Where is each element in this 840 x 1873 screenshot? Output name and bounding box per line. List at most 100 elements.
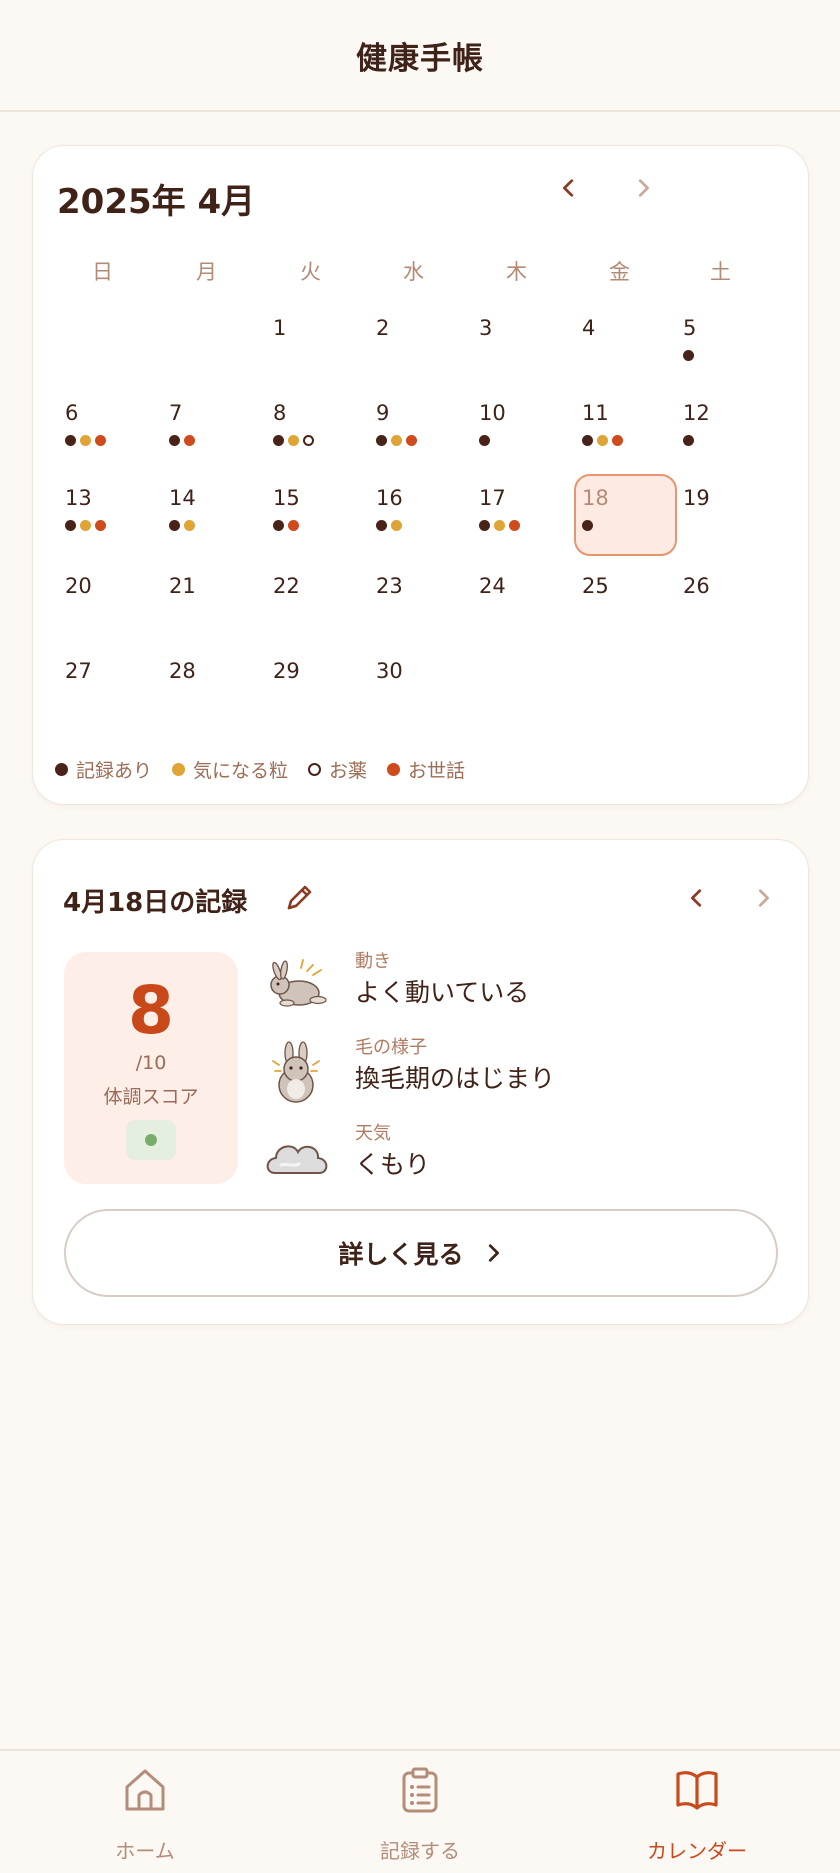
record-dot-icon xyxy=(169,520,180,531)
score-label: 体調スコア xyxy=(103,1086,199,1108)
record-dot-icon xyxy=(55,763,68,776)
care-dot-icon xyxy=(95,520,106,531)
legend-label: 気になる粒 xyxy=(193,760,289,782)
concern-dot-icon xyxy=(391,520,402,531)
day-number: 14 xyxy=(169,486,196,510)
day-number: 3 xyxy=(479,316,493,340)
care-dot-icon xyxy=(95,435,106,446)
calendar-day[interactable]: 1 xyxy=(265,304,368,384)
record-dot-icon xyxy=(376,520,387,531)
nav-calendar[interactable]: カレンダー xyxy=(597,1751,797,1873)
day-number: 16 xyxy=(376,486,403,510)
day-number: 8 xyxy=(273,401,287,425)
calendar-day[interactable]: 16 xyxy=(368,474,471,554)
day-number: 1 xyxy=(273,316,287,340)
chevron-right-icon xyxy=(638,179,649,197)
weather-value: くもり xyxy=(355,1150,431,1179)
day-number: 19 xyxy=(683,486,710,510)
calendar-day[interactable]: 30 xyxy=(368,647,471,727)
record-dot-icon xyxy=(479,520,490,531)
calendar-day[interactable]: 26 xyxy=(675,562,778,642)
record-dot-icon xyxy=(582,435,593,446)
day-number: 5 xyxy=(683,316,697,340)
legend-record: 記録あり xyxy=(55,756,152,783)
medicine-ring-icon xyxy=(308,763,322,776)
day-number: 26 xyxy=(683,574,710,598)
day-number: 30 xyxy=(376,659,403,683)
nav-record[interactable]: 記録する xyxy=(320,1751,520,1873)
day-markers xyxy=(65,435,106,446)
prev-month-button[interactable] xyxy=(549,168,589,208)
status-dot-icon xyxy=(145,1134,157,1146)
book-icon xyxy=(676,1771,718,1810)
calendar-day[interactable]: 23 xyxy=(368,562,471,642)
care-dot-icon xyxy=(509,520,520,531)
calendar-day[interactable]: 29 xyxy=(265,647,368,727)
next-month-button[interactable] xyxy=(623,168,663,208)
care-dot-icon xyxy=(406,435,417,446)
calendar-day[interactable]: 13 xyxy=(57,474,160,554)
day-number: 6 xyxy=(65,401,79,425)
day-number: 20 xyxy=(65,574,92,598)
calendar-day[interactable]: 4 xyxy=(574,304,677,384)
calendar-day[interactable]: 8 xyxy=(265,389,368,469)
calendar-day[interactable]: 5 xyxy=(675,304,778,384)
health-score-panel: 8 /10 体調スコア xyxy=(64,952,238,1184)
calendar-day[interactable]: 3 xyxy=(471,304,574,384)
day-number: 27 xyxy=(65,659,92,683)
calendar-day[interactable]: 21 xyxy=(161,562,264,642)
weekday-label: 火 xyxy=(300,260,321,284)
record-dot-icon xyxy=(582,520,593,531)
record-dot-icon xyxy=(65,520,76,531)
prev-day-button[interactable] xyxy=(677,878,717,918)
day-number: 17 xyxy=(479,486,506,510)
calendar-day[interactable]: 19 xyxy=(675,474,778,554)
calendar-day[interactable]: 11 xyxy=(574,389,677,469)
concern-dot-icon xyxy=(494,520,505,531)
calendar-day[interactable]: 7 xyxy=(161,389,264,469)
calendar-day[interactable]: 17 xyxy=(471,474,574,554)
day-number: 7 xyxy=(169,401,183,425)
legend-label: お世話 xyxy=(408,760,466,782)
weekday-label: 土 xyxy=(710,260,731,284)
calendar-day[interactable]: 25 xyxy=(574,562,677,642)
calendar-day[interactable]: 10 xyxy=(471,389,574,469)
record-dot-icon xyxy=(479,435,490,446)
legend-label: 記録あり xyxy=(76,760,153,782)
view-details-button[interactable]: 詳しく見る xyxy=(64,1209,778,1297)
record-dot-icon xyxy=(683,350,694,361)
calendar-day[interactable]: 27 xyxy=(57,647,160,727)
pencil-icon[interactable] xyxy=(281,880,317,916)
day-markers xyxy=(582,435,623,446)
care-dot-icon xyxy=(612,435,623,446)
view-details-label: 詳しく見る xyxy=(338,1240,464,1269)
calendar-day[interactable]: 28 xyxy=(161,647,264,727)
day-number: 12 xyxy=(683,401,710,425)
day-markers xyxy=(273,520,299,531)
calendar-day-selected[interactable]: 18 xyxy=(574,474,677,556)
calendar-day[interactable]: 14 xyxy=(161,474,264,554)
concern-dot-icon xyxy=(172,763,186,776)
calendar-day[interactable]: 6 xyxy=(57,389,160,469)
calendar-day[interactable]: 22 xyxy=(265,562,368,642)
day-number: 21 xyxy=(169,574,196,598)
calendar-day[interactable]: 15 xyxy=(265,474,368,554)
month-title: 2025年 4月 xyxy=(57,182,256,222)
record-dot-icon xyxy=(376,435,387,446)
concern-dot-icon xyxy=(288,435,299,446)
calendar-day[interactable]: 20 xyxy=(57,562,160,642)
coat-label: 毛の様子 xyxy=(355,1037,427,1058)
next-day-button[interactable] xyxy=(743,878,783,918)
calendar-day[interactable]: 12 xyxy=(675,389,778,469)
day-markers xyxy=(683,435,694,446)
calendar-day[interactable]: 9 xyxy=(368,389,471,469)
score-max: /10 xyxy=(135,1052,167,1074)
calendar-day[interactable]: 2 xyxy=(368,304,471,384)
day-number: 25 xyxy=(582,574,609,598)
day-number: 28 xyxy=(169,659,196,683)
record-title: 4月18日の記録 xyxy=(63,888,248,918)
nav-home[interactable]: ホーム xyxy=(45,1751,245,1873)
calendar-day[interactable]: 24 xyxy=(471,562,574,642)
activity-row: 動き よく動いている xyxy=(263,947,783,1027)
weekday-label: 金 xyxy=(609,260,630,284)
